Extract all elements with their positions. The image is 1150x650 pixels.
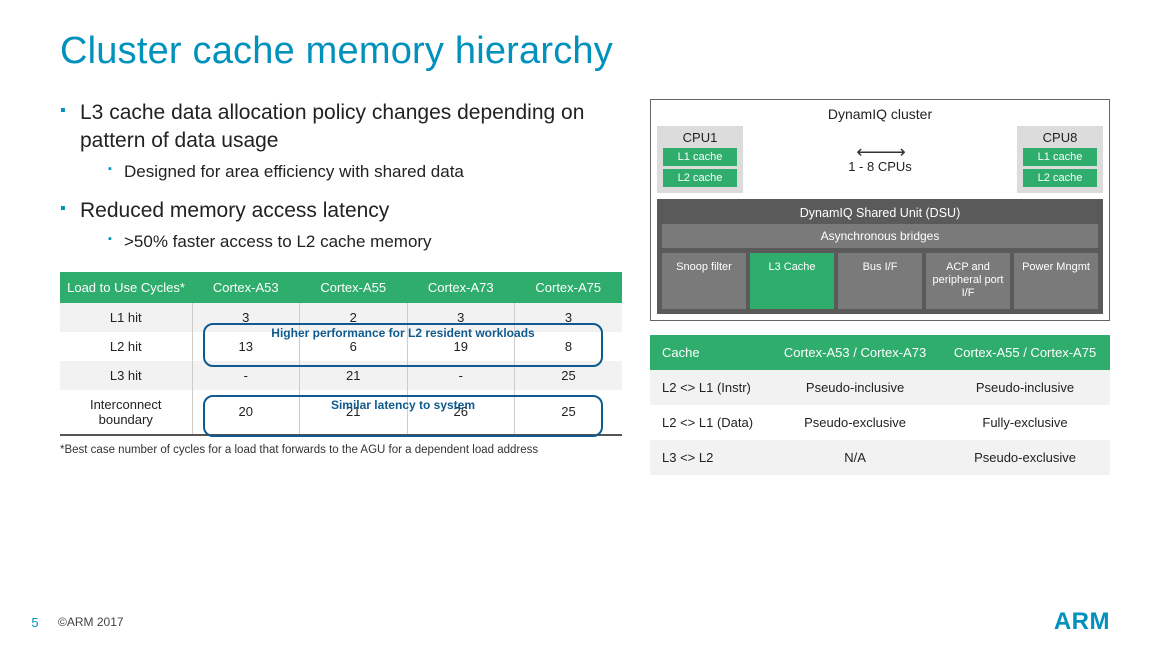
- async-bridges: Asynchronous bridges: [662, 224, 1098, 248]
- table-row: L3 hit - 21 - 25: [60, 361, 622, 390]
- cpu1-l2: L2 cache: [663, 169, 737, 187]
- cpu8-box: CPU8 L1 cache L2 cache: [1017, 126, 1103, 193]
- lt-r3c0: Interconnect boundary: [60, 390, 192, 435]
- dsu-acp-port: ACP and peripheral port I/F: [926, 253, 1010, 309]
- lt-r2c0: L3 hit: [60, 361, 192, 390]
- dsu-bus-if: Bus I/F: [838, 253, 922, 309]
- dsu-box: DynamIQ Shared Unit (DSU) Asynchronous b…: [657, 199, 1103, 314]
- table-row: L1 hit 3 2 3 3: [60, 303, 622, 332]
- table-row: L3 <> L2 N/A Pseudo-exclusive: [650, 440, 1110, 475]
- cpu8-l2: L2 cache: [1023, 169, 1097, 187]
- rt-r1c2: Fully-exclusive: [940, 405, 1110, 440]
- rt-r0c0: L2 <> L1 (Instr): [650, 370, 770, 405]
- table-row: Interconnect boundary 20 21 26 25: [60, 390, 622, 435]
- lt-r0c0: L1 hit: [60, 303, 192, 332]
- rt-r1c0: L2 <> L1 (Data): [650, 405, 770, 440]
- lt-r1c0: L2 hit: [60, 332, 192, 361]
- slide: Cluster cache memory hierarchy L3 cache …: [0, 0, 1150, 650]
- lt-h0: Load to Use Cycles*: [60, 272, 192, 303]
- lt-r3c2: 21: [300, 390, 408, 435]
- bullet-1: L3 cache data allocation policy changes …: [60, 99, 622, 183]
- rt-r2c2: Pseudo-exclusive: [940, 440, 1110, 475]
- diagram-title: DynamIQ cluster: [657, 106, 1103, 126]
- cpu8-l1: L1 cache: [1023, 148, 1097, 166]
- lt-r2c4: 25: [515, 361, 623, 390]
- cpu1-box: CPU1 L1 cache L2 cache: [657, 126, 743, 193]
- dsu-l3-cache: L3 Cache: [750, 253, 834, 309]
- table-footnote: *Best case number of cycles for a load t…: [60, 444, 622, 456]
- load-cycles-table: Load to Use Cycles* Cortex-A53 Cortex-A5…: [60, 272, 622, 436]
- lt-r2c3: -: [407, 361, 515, 390]
- lt-h2: Cortex-A55: [300, 272, 408, 303]
- lt-r0c1: 3: [192, 303, 300, 332]
- bullet-list: L3 cache data allocation policy changes …: [60, 99, 622, 254]
- dsu-title: DynamIQ Shared Unit (DSU): [662, 204, 1098, 224]
- rt-r1c1: Pseudo-exclusive: [770, 405, 940, 440]
- lt-r0c2: 2: [300, 303, 408, 332]
- load-cycles-table-wrap: Load to Use Cycles* Cortex-A53 Cortex-A5…: [60, 272, 622, 436]
- lt-r1c4: 8: [515, 332, 623, 361]
- page-number: 5: [20, 615, 50, 630]
- cpu1-label: CPU1: [663, 130, 737, 145]
- cpu1-l1: L1 cache: [663, 148, 737, 166]
- bullet-2-sub-1: >50% faster access to L2 cache memory: [80, 230, 622, 254]
- left-column: L3 cache data allocation policy changes …: [60, 99, 622, 475]
- lt-r2c1: -: [192, 361, 300, 390]
- bullet-1-text: L3 cache data allocation policy changes …: [80, 101, 584, 152]
- bullet-2: Reduced memory access latency >50% faste…: [60, 197, 622, 253]
- bullet-2-text: Reduced memory access latency: [80, 199, 389, 222]
- rt-h2: Cortex-A55 / Cortex-A75: [940, 335, 1110, 370]
- right-column: DynamIQ cluster CPU1 L1 cache L2 cache ⟵…: [650, 99, 1110, 475]
- table-row: L2 <> L1 (Data) Pseudo-exclusive Fully-e…: [650, 405, 1110, 440]
- copyright: ©ARM 2017: [50, 615, 1054, 629]
- rt-h0: Cache: [650, 335, 770, 370]
- cache-policy-table: Cache Cortex-A53 / Cortex-A73 Cortex-A55…: [650, 335, 1110, 475]
- table-row: L2 <> L1 (Instr) Pseudo-inclusive Pseudo…: [650, 370, 1110, 405]
- bullet-1-sub-1: Designed for area efficiency with shared…: [80, 160, 622, 184]
- rt-r0c2: Pseudo-inclusive: [940, 370, 1110, 405]
- dsu-snoop-filter: Snoop filter: [662, 253, 746, 309]
- lt-r1c1: 13: [192, 332, 300, 361]
- slide-title: Cluster cache memory hierarchy: [60, 30, 1110, 73]
- cpu8-label: CPU8: [1023, 130, 1097, 145]
- cpu-range-text: 1 - 8 CPUs: [848, 159, 912, 174]
- lt-r1c2: 6: [300, 332, 408, 361]
- rt-r2c0: L3 <> L2: [650, 440, 770, 475]
- content-row: L3 cache data allocation policy changes …: [60, 99, 1110, 475]
- lt-h3: Cortex-A73: [407, 272, 515, 303]
- lt-r3c3: 26: [407, 390, 515, 435]
- cache-policy-table-wrap: Cache Cortex-A53 / Cortex-A73 Cortex-A55…: [650, 335, 1110, 475]
- arm-logo: ARM: [1054, 608, 1110, 636]
- lt-h4: Cortex-A75: [515, 272, 623, 303]
- lt-r0c3: 3: [407, 303, 515, 332]
- lt-r1c3: 19: [407, 332, 515, 361]
- lt-r2c2: 21: [300, 361, 408, 390]
- lt-h1: Cortex-A53: [192, 272, 300, 303]
- dynamiq-diagram: DynamIQ cluster CPU1 L1 cache L2 cache ⟵…: [650, 99, 1110, 321]
- arrow-icon: ⟵⟶: [747, 145, 1013, 159]
- table-row: L2 hit 13 6 19 8: [60, 332, 622, 361]
- dsu-power-mgmt: Power Mngmt: [1014, 253, 1098, 309]
- lt-r3c4: 25: [515, 390, 623, 435]
- cpu-range: ⟵⟶ 1 - 8 CPUs: [747, 145, 1013, 174]
- rt-r0c1: Pseudo-inclusive: [770, 370, 940, 405]
- lt-r0c4: 3: [515, 303, 623, 332]
- rt-h1: Cortex-A53 / Cortex-A73: [770, 335, 940, 370]
- lt-r3c1: 20: [192, 390, 300, 435]
- rt-r2c1: N/A: [770, 440, 940, 475]
- footer: 5 ©ARM 2017 ARM: [0, 608, 1150, 636]
